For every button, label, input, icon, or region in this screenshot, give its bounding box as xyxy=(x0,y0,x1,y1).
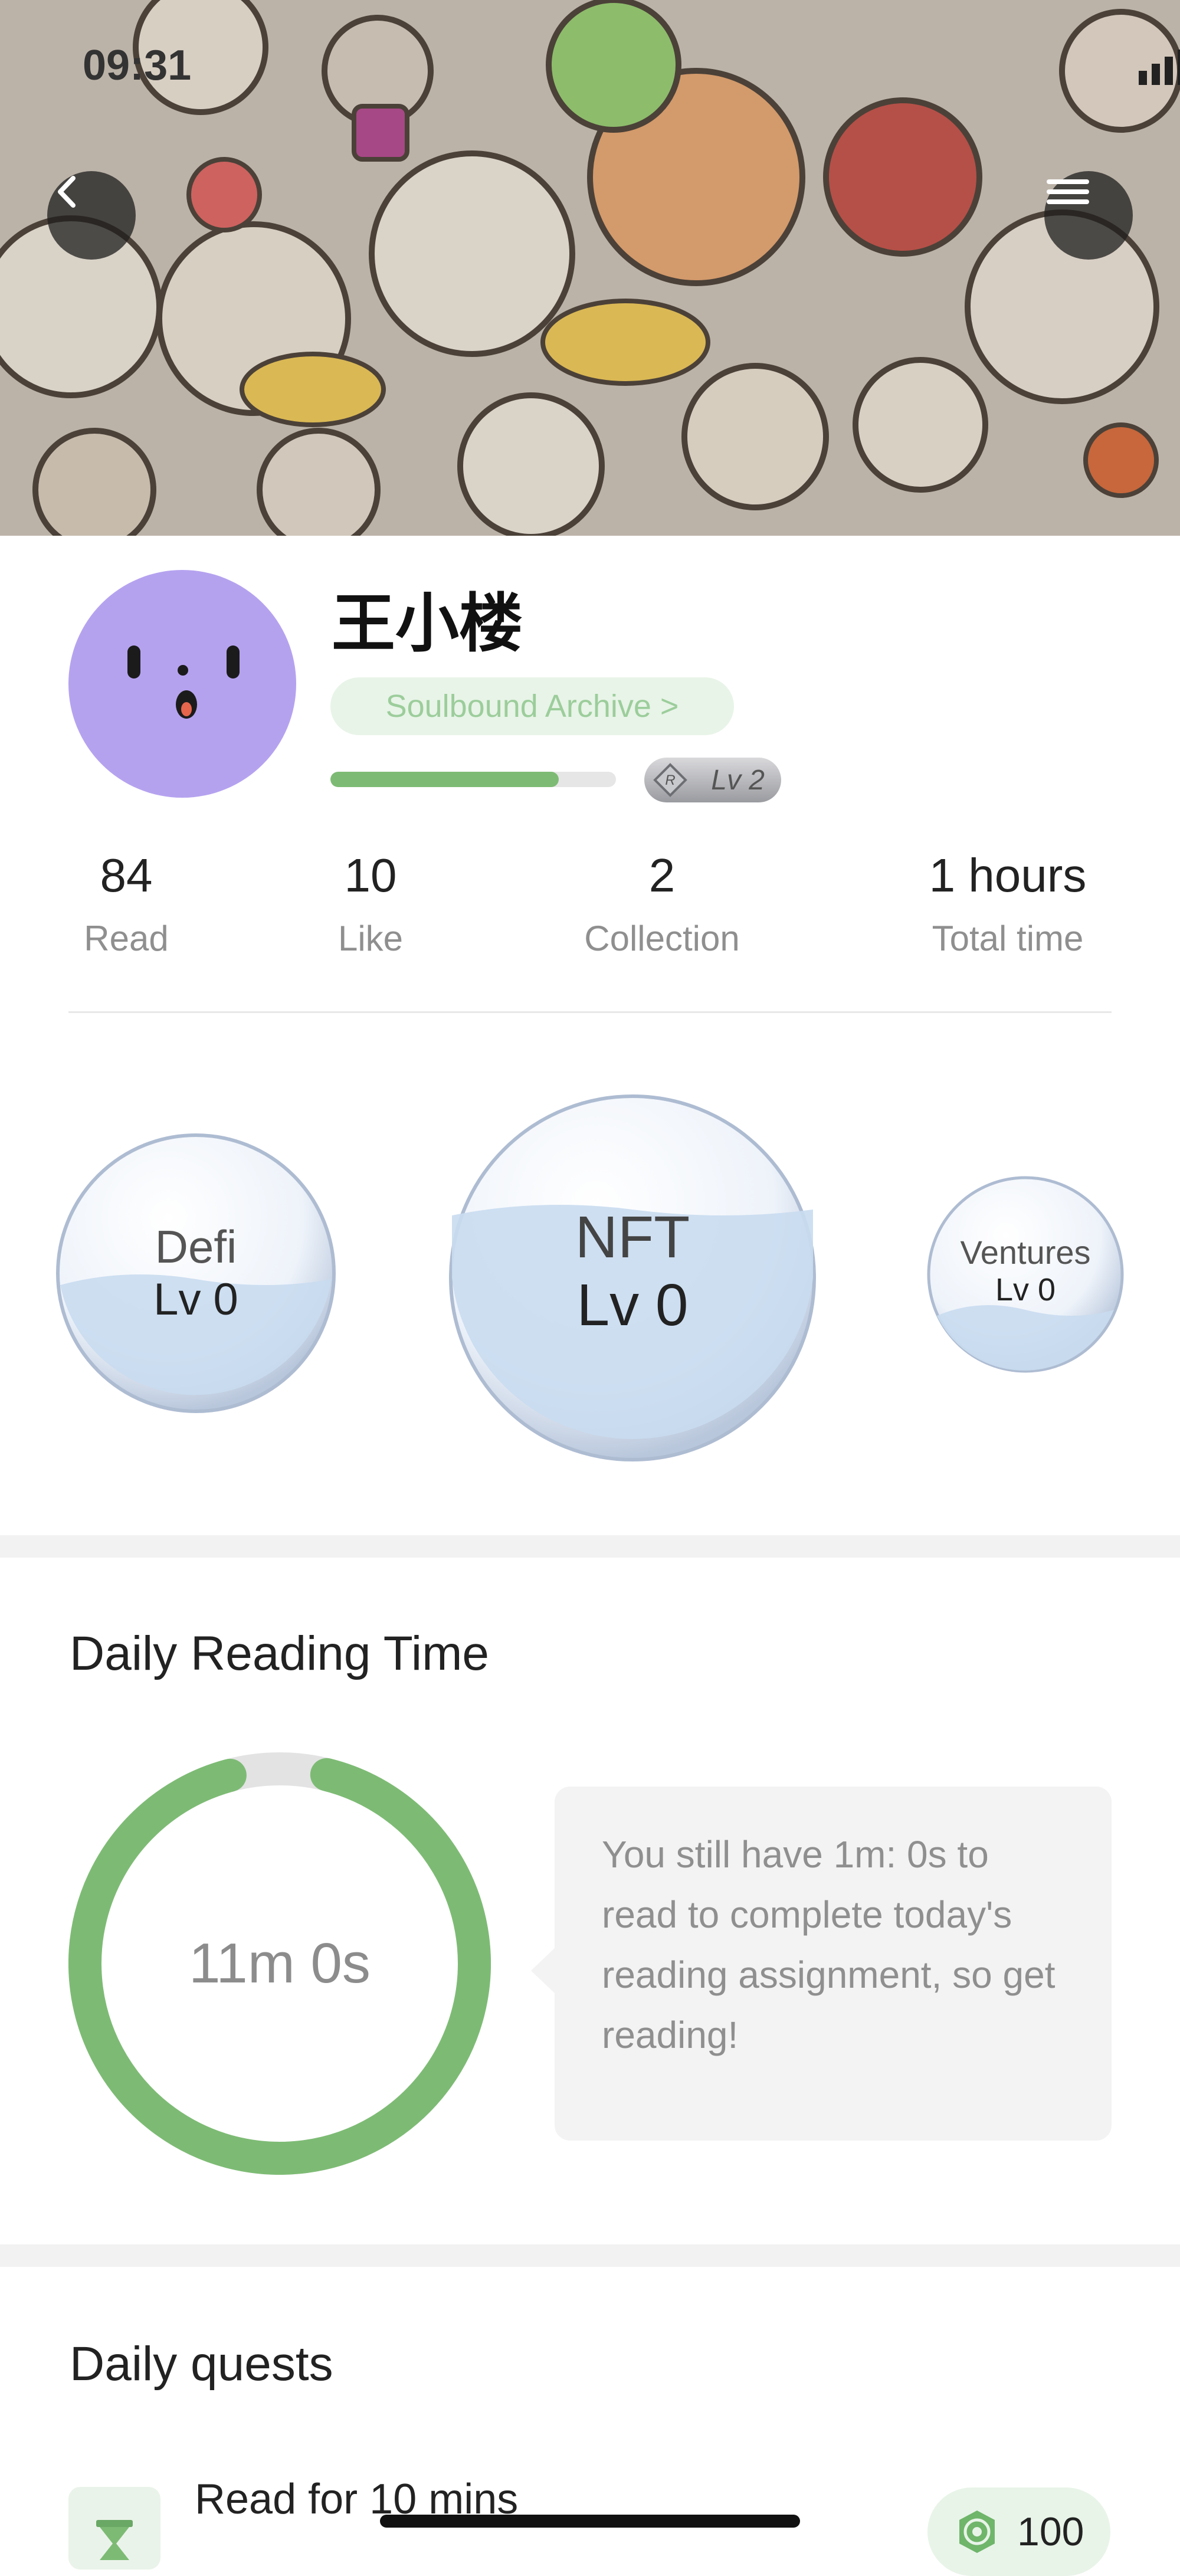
username: 王小楼 xyxy=(332,587,523,661)
level-diamond-icon: R xyxy=(653,763,687,797)
token-coin-icon xyxy=(959,2511,995,2553)
quest-reward[interactable]: 100 xyxy=(927,2487,1110,2576)
profile-banner: 09:31 xyxy=(0,0,1180,536)
level-badge-label: Lv 2 xyxy=(711,764,765,796)
avatar-face xyxy=(127,645,240,719)
stat-value: 2 xyxy=(648,849,676,902)
signal-icon xyxy=(1139,71,1147,85)
stat-total-time[interactable]: 1 hours Total time xyxy=(890,848,1126,959)
level-progress-fill xyxy=(330,772,559,787)
divider xyxy=(68,1011,1112,1013)
hourglass-icon xyxy=(96,2520,133,2560)
level-progress-bar xyxy=(330,772,616,787)
bubble-name: Defi xyxy=(155,1221,237,1273)
bubble-name: Ventures xyxy=(960,1234,1091,1271)
avatar[interactable] xyxy=(68,570,296,798)
bubble-level: Lv 0 xyxy=(995,1272,1056,1307)
bubble-level: Lv 0 xyxy=(153,1274,238,1325)
bubble-level: Lv 0 xyxy=(576,1272,689,1338)
reading-time-label: 11m 0s xyxy=(189,1932,371,1995)
chevron-left-icon xyxy=(58,176,76,208)
stat-value: 1 hours xyxy=(929,849,1087,902)
status-time: 09:31 xyxy=(83,42,192,89)
svg-text:R: R xyxy=(665,772,675,788)
bubble-name: NFT xyxy=(575,1204,690,1270)
quest-reward-value: 100 xyxy=(1017,2509,1084,2554)
stat-label: Read xyxy=(84,919,169,958)
daily-reading-title: Daily Reading Time xyxy=(70,1627,489,1680)
menu-button[interactable] xyxy=(1044,171,1133,260)
soulbound-archive-link[interactable]: Soulbound Archive > xyxy=(330,677,734,735)
stat-label: Collection xyxy=(584,919,740,958)
stat-read[interactable]: 84 Read xyxy=(8,848,244,959)
section-separator xyxy=(0,2244,1180,2267)
stat-like[interactable]: 10 Like xyxy=(253,848,489,959)
section-separator xyxy=(0,1535,1180,1558)
hamburger-menu-icon xyxy=(1047,179,1089,204)
stat-label: Like xyxy=(337,919,404,958)
stat-value: 10 xyxy=(344,849,397,902)
bubble-nft[interactable]: NFT Lv 0 xyxy=(446,1092,819,1464)
stat-value: 84 xyxy=(100,849,153,902)
tip-arrow xyxy=(531,1947,556,1994)
home-indicator xyxy=(380,2515,800,2528)
back-button[interactable] xyxy=(47,171,136,260)
bubble-defi[interactable]: Defi Lv 0 xyxy=(54,1132,337,1415)
level-badge: R Lv 2 xyxy=(644,758,781,802)
stat-collection[interactable]: 2 Collection xyxy=(544,848,780,959)
bubble-ventures[interactable]: Ventures Lv 0 xyxy=(925,1174,1126,1375)
quest-item-icon xyxy=(68,2487,160,2570)
reading-tip: You still have 1m: 0s to read to complet… xyxy=(555,1787,1112,2141)
stat-label: Total time xyxy=(932,919,1084,958)
daily-quests-title: Daily quests xyxy=(70,2337,333,2391)
